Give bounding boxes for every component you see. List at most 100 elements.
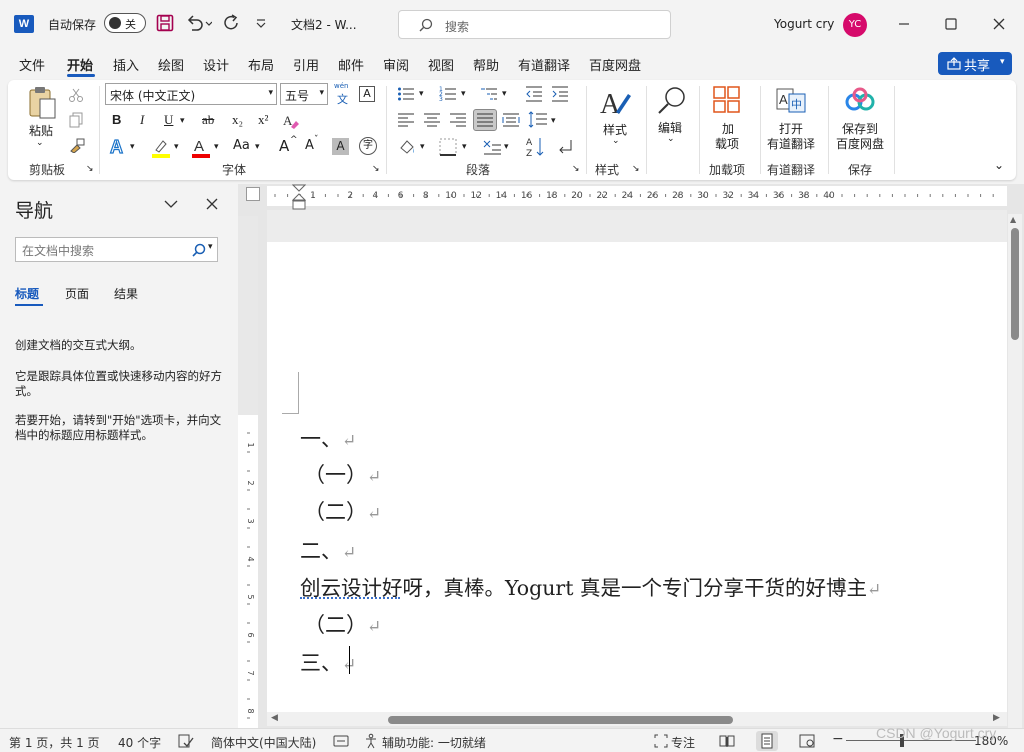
baidu-netdisk-icon[interactable] (845, 87, 875, 113)
shading-icon[interactable] (398, 138, 416, 156)
tab-youdao[interactable]: 有道翻译 (518, 55, 570, 74)
tab-view[interactable]: 视图 (428, 55, 454, 74)
change-case-button[interactable]: Aa (233, 138, 250, 153)
accessibility-status[interactable]: 辅助功能: 一切就绪 (382, 734, 486, 751)
tab-review[interactable]: 审阅 (383, 55, 409, 74)
font-color-icon[interactable]: A (191, 136, 211, 158)
shading-dropdown-icon[interactable]: ▾ (420, 142, 425, 152)
search-icon[interactable] (192, 243, 206, 257)
line-spacing-dropdown-icon[interactable]: ▾ (551, 116, 556, 126)
nav-tab-headings[interactable]: 标题 (15, 285, 39, 302)
align-left-icon[interactable] (397, 112, 415, 128)
format-painter-icon[interactable] (68, 137, 86, 153)
proofing-icon[interactable] (178, 734, 194, 748)
collapse-ribbon-icon[interactable]: ⌄ (994, 158, 1004, 172)
baidu-label-2[interactable]: 百度网盘 (836, 135, 884, 152)
cut-icon[interactable] (68, 87, 84, 103)
bold-button[interactable]: B (112, 112, 121, 127)
text-effects-icon[interactable]: A (109, 137, 127, 157)
find-icon[interactable] (656, 85, 688, 117)
scroll-right-icon[interactable]: ▶ (993, 713, 1000, 723)
indent-marker-icon[interactable] (292, 184, 306, 210)
line-spacing-icon[interactable] (528, 110, 548, 130)
sort-icon[interactable]: AZ (525, 136, 545, 158)
language[interactable]: 简体中文(中国大陆) (211, 734, 316, 751)
enclose-characters-icon[interactable]: 字 (359, 137, 377, 155)
tab-design[interactable]: 设计 (203, 55, 229, 74)
borders-icon[interactable] (439, 138, 457, 156)
superscript-button[interactable]: x² (258, 112, 268, 128)
scroll-up-icon[interactable]: ▲ (1010, 215, 1016, 224)
underline-button[interactable]: U (164, 112, 173, 128)
youdao-translate-icon[interactable]: A中 (776, 86, 806, 114)
text-effects-dropdown-icon[interactable]: ▾ (130, 142, 135, 152)
subscript-button[interactable]: x₂ (232, 112, 243, 128)
nav-tab-results[interactable]: 结果 (114, 285, 138, 302)
horizontal-ruler[interactable]: 1246810121416182022242628303234363840 (267, 186, 1007, 206)
styles-dropdown-icon[interactable]: ⌄ (612, 136, 620, 146)
focus-icon[interactable] (654, 734, 668, 748)
addins-label-2[interactable]: 载项 (715, 135, 739, 152)
doc-line-2[interactable]: （一）↵ (304, 459, 381, 489)
redo-icon[interactable] (222, 13, 242, 33)
close-icon[interactable] (992, 17, 1006, 31)
font-color-dropdown-icon[interactable]: ▾ (214, 142, 219, 152)
avatar[interactable]: YC (843, 13, 867, 37)
italic-button[interactable]: I (140, 112, 144, 128)
show-formatting-marks-icon[interactable] (556, 138, 574, 156)
addins-icon[interactable] (713, 86, 741, 114)
multilevel-dropdown-icon[interactable]: ▾ (502, 89, 507, 99)
align-right-icon[interactable] (449, 112, 467, 128)
multilevel-list-icon[interactable] (480, 85, 498, 103)
search-dropdown-icon[interactable]: ▾ (208, 242, 213, 252)
tab-draw[interactable]: 绘图 (158, 55, 184, 74)
phonetic-guide-icon[interactable]: wén (334, 82, 348, 90)
highlight-dropdown-icon[interactable]: ▾ (174, 142, 179, 152)
font-name-select[interactable]: 宋体 (中文正文) ▾ (105, 83, 277, 105)
justify-icon[interactable] (473, 109, 497, 131)
tab-home[interactable]: 开始 (67, 55, 93, 74)
align-center-icon[interactable] (423, 112, 441, 128)
doc-line-3[interactable]: （二）↵ (304, 496, 381, 526)
decrease-indent-icon[interactable] (525, 85, 543, 103)
maximize-icon[interactable] (945, 18, 957, 30)
word-count[interactable]: 40 个字 (118, 734, 161, 751)
search-box[interactable]: 搜索 (398, 10, 671, 39)
highlight-icon[interactable] (151, 138, 171, 158)
tab-layout[interactable]: 布局 (248, 55, 274, 74)
paste-label[interactable]: 粘贴 (29, 122, 53, 139)
tab-references[interactable]: 引用 (293, 55, 319, 74)
customize-quick-access-icon[interactable] (255, 17, 267, 29)
zoom-out-icon[interactable]: − (832, 731, 844, 747)
bullets-icon[interactable] (397, 85, 415, 103)
change-case-dropdown-icon[interactable]: ▾ (255, 142, 260, 152)
chinese-layout-icon[interactable] (482, 137, 502, 157)
paste-icon[interactable] (26, 86, 58, 120)
page-count[interactable]: 第 1 页，共 1 页 (9, 734, 100, 751)
tab-mailings[interactable]: 邮件 (338, 55, 364, 74)
tab-selector[interactable] (246, 187, 260, 201)
nav-tab-pages[interactable]: 页面 (65, 285, 89, 302)
character-shading-icon[interactable]: A (332, 138, 349, 155)
read-mode-icon[interactable] (719, 734, 735, 748)
bullets-dropdown-icon[interactable]: ▾ (419, 89, 424, 99)
numbering-icon[interactable]: 123 (439, 85, 457, 103)
paste-dropdown-icon[interactable]: ⌄ (36, 138, 44, 148)
print-layout-icon[interactable] (756, 731, 778, 751)
user-name[interactable]: Yogurt cry (774, 17, 834, 31)
grow-font-button[interactable]: A (279, 137, 289, 155)
editing-dropdown-icon[interactable]: ⌄ (667, 134, 675, 144)
tab-help[interactable]: 帮助 (473, 55, 499, 74)
autosave-toggle[interactable]: 关 (104, 13, 146, 33)
doc-line-7[interactable]: 三、↵ (300, 647, 356, 677)
styles-icon[interactable]: A (598, 86, 632, 120)
increase-indent-icon[interactable] (551, 85, 569, 103)
doc-line-4[interactable]: 二、↵ (300, 535, 356, 565)
numbering-dropdown-icon[interactable]: ▾ (461, 89, 466, 99)
doc-line-1[interactable]: 一、↵ (300, 423, 356, 453)
tab-baidu[interactable]: 百度网盘 (589, 55, 641, 74)
strikethrough-button[interactable]: ab (202, 112, 214, 128)
shrink-font-button[interactable]: A (305, 138, 314, 153)
text-predictions-icon[interactable] (333, 734, 349, 748)
scroll-left-icon[interactable]: ◀ (271, 713, 278, 723)
